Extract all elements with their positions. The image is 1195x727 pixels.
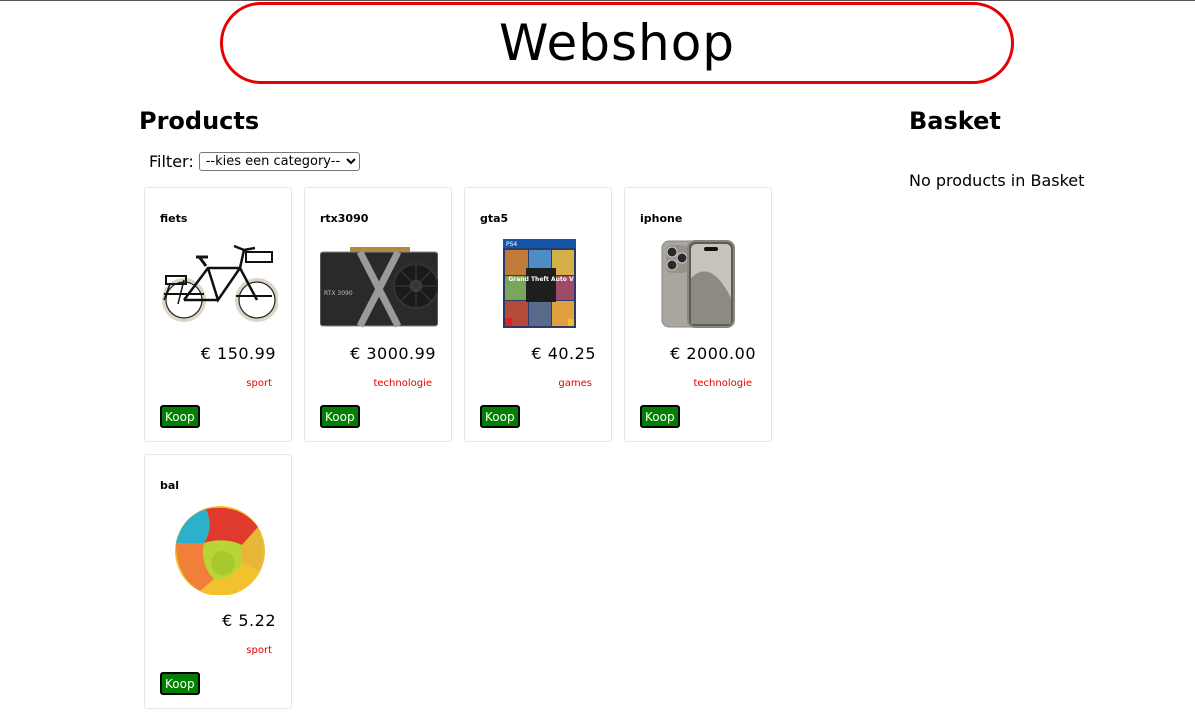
ball-image — [160, 505, 278, 595]
product-name: iphone — [640, 212, 683, 225]
bicycle-image — [160, 238, 278, 328]
product-price: € 40.25 — [531, 344, 596, 363]
product-category: technologie — [693, 378, 752, 389]
product-name: gta5 — [480, 212, 509, 225]
basket-empty-message: No products in Basket — [909, 171, 1085, 190]
buy-button-iphone[interactable]: Koop — [640, 405, 680, 428]
phone-image — [640, 238, 758, 328]
product-name: rtx3090 — [320, 212, 369, 225]
product-category: sport — [246, 645, 272, 656]
product-category: games — [558, 378, 592, 389]
category-select[interactable]: --kies een category-- — [198, 152, 360, 171]
product-name: fiets — [160, 212, 188, 225]
product-price: € 150.99 — [200, 344, 276, 363]
ps4-badge: PS4 — [506, 241, 517, 248]
game-cover-image: PS4 Grand Theft Auto V — [480, 238, 598, 328]
gta-cover-title: Grand Theft Auto V — [508, 276, 574, 283]
product-card-bal: bal € 5.22 sport Koop — [144, 454, 292, 709]
product-category: technologie — [373, 378, 432, 389]
buy-button-fiets[interactable]: Koop — [160, 405, 200, 428]
buy-button-rtx3090[interactable]: Koop — [320, 405, 360, 428]
product-card-iphone: iphone € 2000.00 technologie Koop — [624, 187, 772, 442]
buy-button-gta5[interactable]: Koop — [480, 405, 520, 428]
site-header: Webshop — [220, 2, 1014, 84]
filter-label: Filter: — [149, 152, 194, 171]
top-border — [0, 0, 1195, 1]
site-title: Webshop — [498, 14, 736, 72]
buy-button-bal[interactable]: Koop — [160, 672, 200, 695]
basket-heading: Basket — [909, 107, 1001, 135]
product-card-gta5: gta5 PS4 Grand Theft Auto V € 40.25 game… — [464, 187, 612, 442]
product-price: € 2000.00 — [670, 344, 756, 363]
product-card-fiets: fiets € 150.99 sport Koop — [144, 187, 292, 442]
rtx-label: RTX 3090 — [324, 290, 353, 297]
category-filter: Filter: --kies een category-- — [149, 152, 360, 171]
product-category: sport — [246, 378, 272, 389]
graphics-card-image: RTX 3090 — [320, 238, 438, 328]
product-price: € 3000.99 — [350, 344, 436, 363]
products-heading: Products — [139, 107, 260, 135]
product-name: bal — [160, 479, 180, 492]
product-price: € 5.22 — [222, 611, 276, 630]
product-card-rtx3090: rtx3090 RTX 3090 € 3000.99 technologie K… — [304, 187, 452, 442]
